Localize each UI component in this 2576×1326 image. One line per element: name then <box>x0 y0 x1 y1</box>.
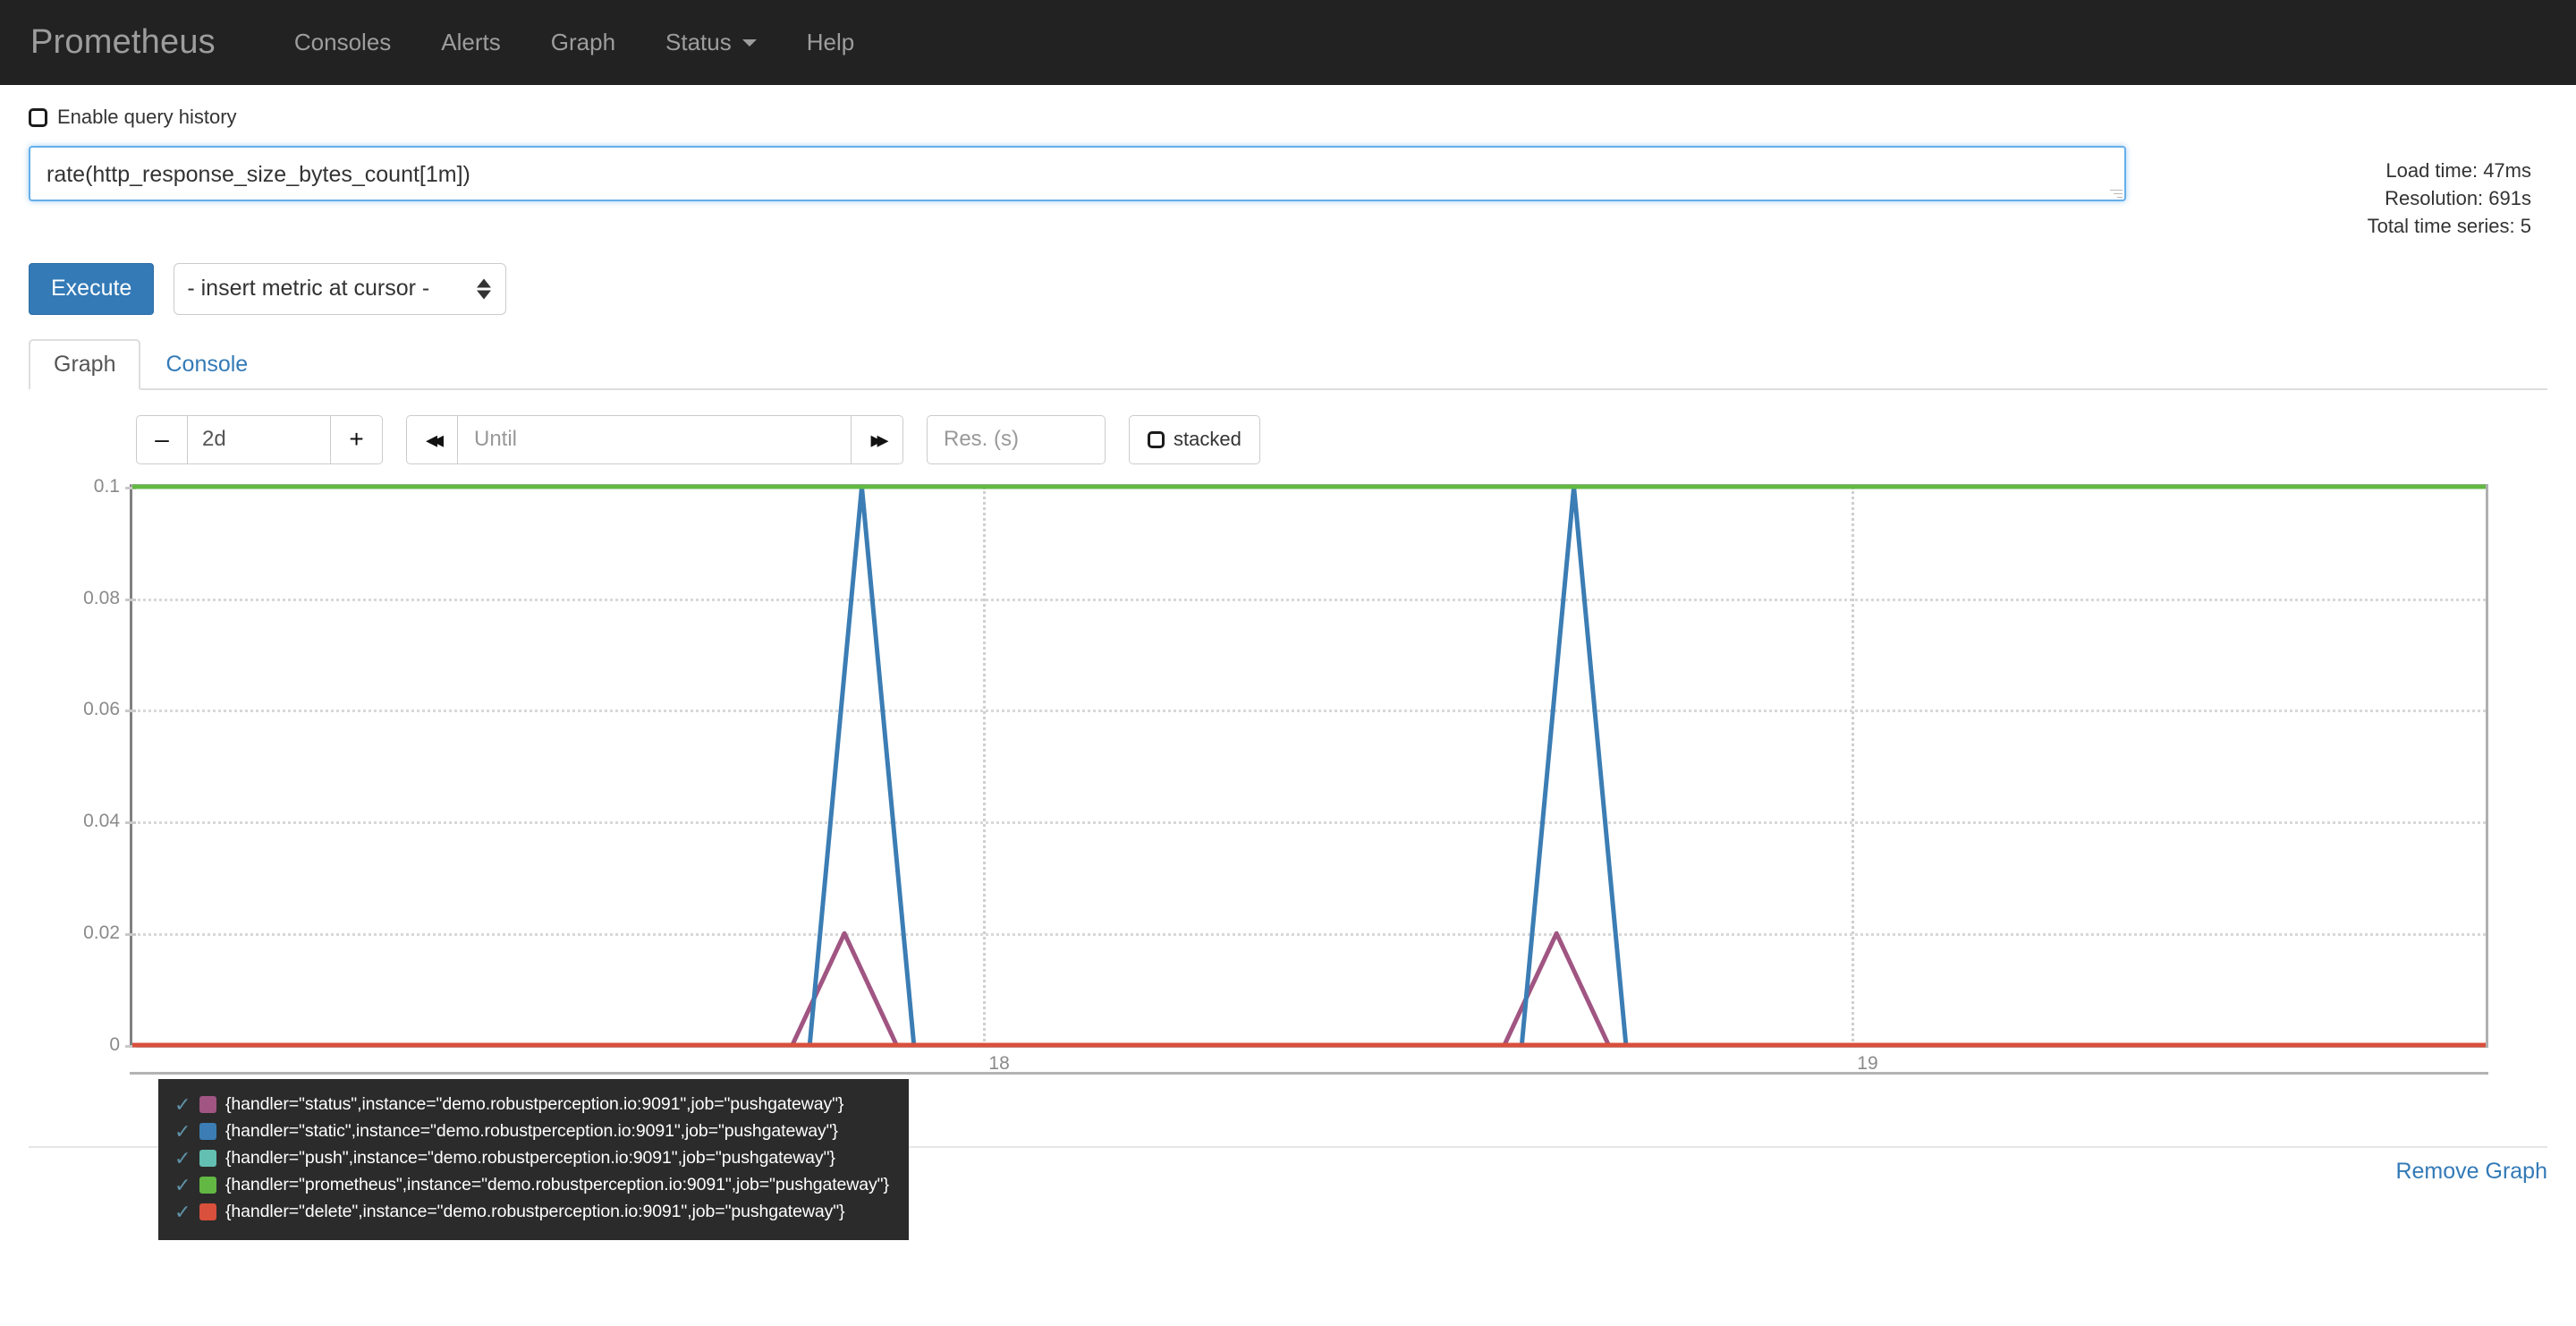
stat-total-time-series: Total time series: 5 <box>2367 215 2531 238</box>
remove-graph-link[interactable]: Remove Graph <box>2395 1159 2547 1184</box>
until-input-group: ◂◂ Until ▸▸ <box>406 414 903 464</box>
stacked-toggle[interactable]: stacked <box>1129 414 1260 464</box>
rewind-icon: ◂◂ <box>425 425 444 453</box>
legend-color-swatch <box>199 1177 216 1194</box>
chevron-down-icon <box>741 38 757 47</box>
query-input-wrapper <box>29 146 2126 206</box>
nav-item-alerts[interactable]: Alerts <box>416 29 525 56</box>
check-icon[interactable]: ✓ <box>174 1147 192 1170</box>
tab-graph[interactable]: Graph <box>29 338 141 390</box>
graph-controls: – 2d + ◂◂ Until ▸▸ Res. (s) stacked <box>29 414 2547 464</box>
y-axis-tick-label: 0.06 <box>83 699 136 720</box>
y-axis-tick-label: 0.1 <box>93 475 137 497</box>
until-input[interactable]: Until <box>458 414 852 464</box>
y-axis-tick-label: 0.04 <box>83 811 136 832</box>
legend-color-swatch <box>199 1203 216 1221</box>
graph-plot-area[interactable]: 0 0.02 0.04 0.06 0.08 0.1 <box>83 476 2488 1055</box>
legend-color-swatch <box>199 1096 216 1114</box>
x-axis-tick-label: 19 <box>1857 1052 1878 1074</box>
chart-series-layer <box>132 484 2486 1048</box>
stat-load-time: Load time: 47ms <box>2385 159 2531 182</box>
range-input[interactable]: 2d <box>188 414 331 464</box>
nav-item-graph[interactable]: Graph <box>526 29 640 56</box>
legend-color-swatch <box>199 1150 216 1168</box>
resolution-input[interactable]: Res. (s) <box>927 414 1106 464</box>
range-decrease-button[interactable]: – <box>136 414 188 464</box>
step-forward-button[interactable]: ▸▸ <box>852 414 903 464</box>
legend-series-label: {handler="status",instance="demo.robustp… <box>225 1094 844 1115</box>
chart-series-line <box>132 931 2486 1048</box>
check-icon[interactable]: ✓ <box>174 1201 192 1224</box>
stacked-checkbox[interactable] <box>1148 430 1165 448</box>
legend-item[interactable]: ✓ {handler="static",instance="demo.robust… <box>174 1118 889 1145</box>
page-content: Enable query history Load time: 47ms Res… <box>0 105 2576 1240</box>
legend-series-label: {handler="static",instance="demo.robustp… <box>225 1121 838 1142</box>
legend-item[interactable]: ✓ {handler="prometheus",instance="demo.ro… <box>174 1172 889 1199</box>
x-axis-tick-label: 18 <box>988 1052 1010 1074</box>
y-axis-tick-label: 0 <box>109 1033 136 1055</box>
nav-item-help[interactable]: Help <box>782 29 879 56</box>
enable-query-history-checkbox[interactable] <box>29 107 47 127</box>
legend-series-label: {handler="push",instance="demo.robustper… <box>225 1148 835 1169</box>
graph-console-tabs: Graph Console <box>29 338 2547 390</box>
insert-metric-select-value: - insert metric at cursor - <box>187 276 430 302</box>
stat-resolution: Resolution: 691s <box>2385 187 2531 210</box>
query-stats: Load time: 47ms Resolution: 691s Total t… <box>2368 146 2547 241</box>
enable-query-history-row[interactable]: Enable query history <box>29 105 2547 130</box>
chart-series-line <box>132 484 2486 1048</box>
y-axis-tick-label: 0.02 <box>83 922 136 943</box>
nav-item-status-label: Status <box>665 29 732 55</box>
query-expression-input[interactable] <box>29 146 2126 201</box>
check-icon[interactable]: ✓ <box>174 1120 192 1143</box>
range-input-group: – 2d + <box>136 414 383 464</box>
enable-query-history-label: Enable query history <box>57 106 237 128</box>
check-icon[interactable]: ✓ <box>174 1093 192 1117</box>
nav-links: Consoles Alerts Graph Status Help <box>269 29 879 56</box>
query-row: Load time: 47ms Resolution: 691s Total t… <box>29 146 2547 241</box>
brand-prometheus[interactable]: Prometheus <box>30 23 216 62</box>
execute-button[interactable]: Execute <box>29 262 155 315</box>
navbar: Prometheus Consoles Alerts Graph Status … <box>0 0 2576 85</box>
tab-console[interactable]: Console <box>140 339 273 390</box>
legend-series-label: {handler="delete",instance="demo.robustp… <box>225 1202 845 1222</box>
fast-forward-icon: ▸▸ <box>870 425 888 453</box>
legend-series-label: {handler="prometheus",instance="demo.rob… <box>225 1175 889 1195</box>
spinner-arrows-icon <box>477 278 492 300</box>
legend-color-swatch <box>199 1123 216 1141</box>
y-axis-tick-label: 0.08 <box>83 587 136 608</box>
legend-item[interactable]: ✓ {handler="push",instance="demo.robustpe… <box>174 1145 889 1172</box>
x-axis-line <box>130 1071 2488 1075</box>
nav-item-consoles[interactable]: Consoles <box>269 29 416 56</box>
graph-legend: ✓ {handler="status",instance="demo.robust… <box>158 1078 909 1240</box>
range-increase-button[interactable]: + <box>331 414 383 464</box>
nav-item-status[interactable]: Status <box>640 29 782 56</box>
graph-plot-wrapper: 0 0.02 0.04 0.06 0.08 0.1 18 19 ✓ {handler="sta… <box>29 476 2547 1240</box>
legend-item[interactable]: ✓ {handler="status",instance="demo.robust… <box>174 1092 889 1118</box>
execute-row: Execute - insert metric at cursor - <box>29 262 2547 315</box>
stacked-label: stacked <box>1174 428 1241 451</box>
step-backward-button[interactable]: ◂◂ <box>406 414 458 464</box>
legend-item[interactable]: ✓ {handler="delete",instance="demo.robust… <box>174 1199 889 1226</box>
insert-metric-select[interactable]: - insert metric at cursor - <box>174 262 507 315</box>
check-icon[interactable]: ✓ <box>174 1174 192 1197</box>
